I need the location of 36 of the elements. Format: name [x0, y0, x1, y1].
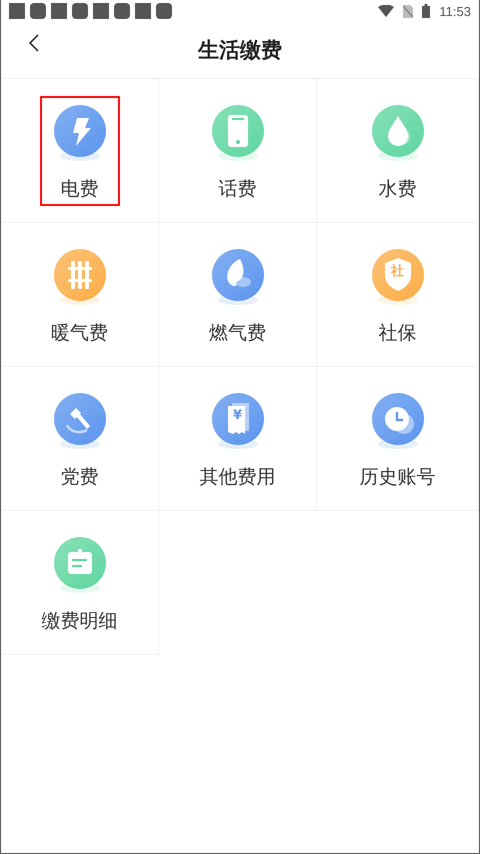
- service-tile[interactable]: 水费: [317, 79, 479, 223]
- service-label: 缴费明细: [42, 608, 118, 634]
- notification-icon: [93, 3, 109, 19]
- service-tile[interactable]: 党费: [1, 367, 159, 511]
- notification-icon: [51, 3, 67, 19]
- service-tile[interactable]: 暖气费: [1, 223, 159, 367]
- page-title: 生活缴费: [198, 37, 282, 64]
- notification-icon: [156, 3, 172, 19]
- service-label: 电费: [60, 176, 98, 202]
- notification-icon: [114, 3, 130, 19]
- service-tile[interactable]: 历史账号: [317, 367, 479, 511]
- status-time: 11:53: [439, 4, 471, 18]
- wifi-icon: [378, 5, 394, 17]
- no-sim-icon: [403, 4, 414, 18]
- back-icon[interactable]: [28, 33, 40, 53]
- battery-icon: [422, 4, 430, 18]
- notification-icon: [135, 3, 151, 19]
- service-label: 燃气费: [209, 320, 266, 346]
- service-tile[interactable]: ¥ 其他费用: [159, 367, 317, 511]
- service-label: 话费: [218, 176, 256, 202]
- notification-icon: [72, 3, 88, 19]
- service-label: 水费: [378, 176, 416, 202]
- icon-glyph: ¥: [232, 408, 242, 422]
- icon-glyph: 社: [391, 264, 404, 278]
- service-label: 暖气费: [51, 320, 108, 346]
- service-tile[interactable]: 社 社保: [317, 223, 479, 367]
- notification-icon: [30, 3, 46, 19]
- notification-icon: [9, 3, 25, 19]
- service-label: 历史账号: [360, 464, 436, 490]
- service-tile[interactable]: 电费: [1, 79, 159, 223]
- service-label: 社保: [378, 320, 416, 346]
- service-tile[interactable]: 话费: [159, 79, 317, 223]
- service-tile[interactable]: 缴费明细: [1, 511, 159, 655]
- service-label: 党费: [60, 464, 98, 490]
- service-label: 其他费用: [200, 464, 276, 490]
- service-tile[interactable]: 燃气费: [159, 223, 317, 367]
